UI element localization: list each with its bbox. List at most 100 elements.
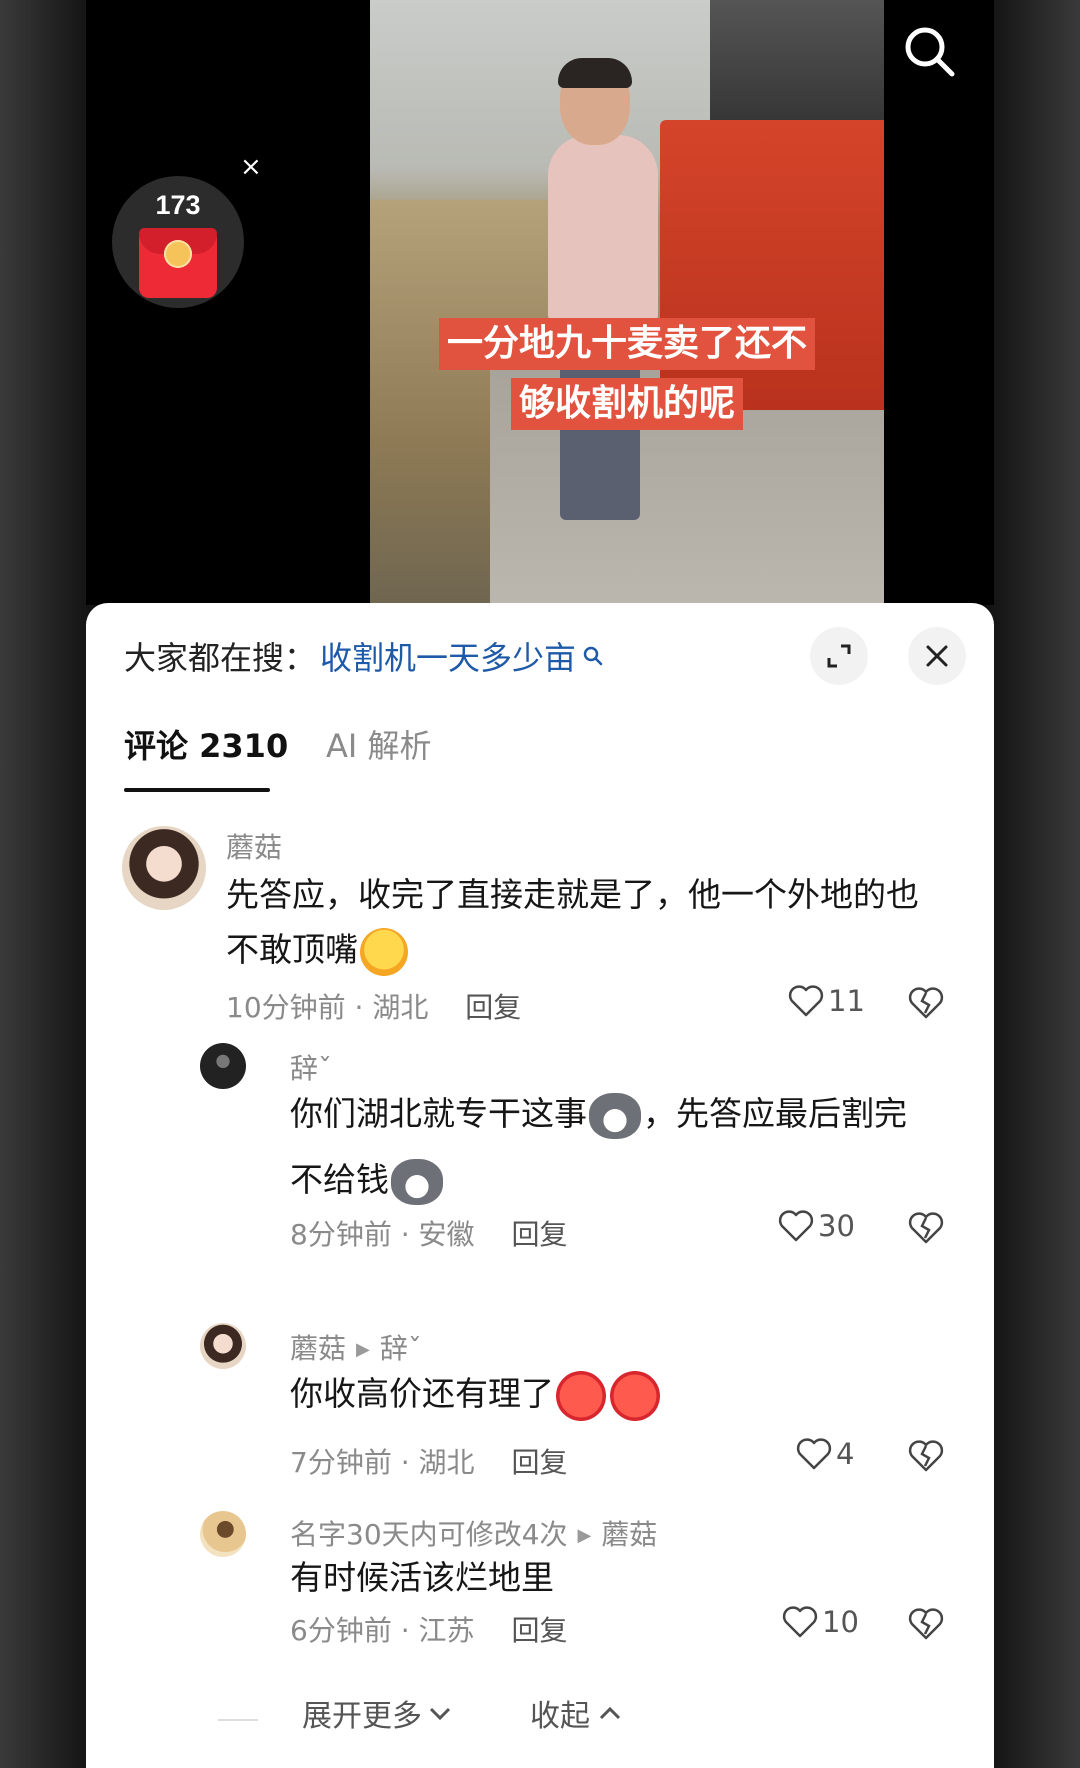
angry-face-emoji-icon — [556, 1370, 606, 1421]
video-caption-line-2: 够收割机的呢 — [370, 378, 884, 430]
like-button[interactable]: 10 — [782, 1605, 859, 1639]
expand-button[interactable] — [810, 627, 868, 685]
chevron-down-icon — [429, 1707, 451, 1721]
expand-more-label: 展开更多 — [302, 1699, 422, 1734]
avatar[interactable] — [200, 1043, 246, 1089]
husky-emoji-icon — [391, 1158, 443, 1205]
tab-comments[interactable]: 评论 2310 — [124, 721, 288, 767]
comment-author[interactable]: 蘑菇 — [226, 826, 282, 866]
avatar[interactable] — [200, 1511, 246, 1557]
hot-search-prefix: 大家都在搜： — [124, 639, 317, 677]
meta-separator: · — [354, 991, 364, 1024]
comment-time: 8分钟前 — [290, 1218, 392, 1251]
comment-text-part-2: ，先答应最后割完 — [643, 1094, 907, 1133]
reply-to-author[interactable]: 辞ˇ — [380, 1332, 422, 1365]
person-body — [548, 135, 658, 325]
heart-icon — [782, 1606, 818, 1638]
comment-author-line: 蘑菇 ▶ 辞ˇ — [290, 1327, 422, 1367]
meta-separator: · — [400, 1446, 410, 1479]
comment-text-body: 有时候活该烂地里 — [290, 1558, 554, 1597]
laughing-crying-emoji-icon — [360, 927, 408, 976]
like-button[interactable]: 30 — [778, 1209, 855, 1243]
hot-search-term[interactable]: 收割机一天多少亩 — [320, 633, 576, 679]
comment-location: 江苏 — [418, 1614, 475, 1647]
collapse-button[interactable]: 收起 — [530, 1691, 624, 1735]
chevron-up-icon — [599, 1706, 621, 1720]
comment-text-line-1: 先答应，收完了直接走就是了，他一个外地的也 — [226, 875, 919, 914]
comment-meta: 7分钟前 · 湖北 回复 — [290, 1441, 567, 1481]
husky-emoji-icon — [589, 1092, 641, 1139]
comment-text-body: 你收高价还有理了 — [290, 1374, 554, 1413]
avatar[interactable] — [200, 1323, 246, 1369]
red-packet-count: 173 — [155, 190, 201, 220]
like-count: 10 — [822, 1605, 859, 1639]
comment-text: 有时候活该烂地里 — [290, 1551, 554, 1605]
broken-heart-icon[interactable] — [908, 1439, 944, 1473]
like-count: 30 — [818, 1209, 855, 1243]
like-count: 11 — [828, 984, 865, 1018]
close-button[interactable] — [908, 627, 966, 685]
red-packet-close-button[interactable]: × — [240, 152, 262, 182]
divider — [218, 1719, 258, 1721]
comment-author[interactable]: 蘑菇 — [290, 1332, 346, 1365]
search-icon — [583, 646, 603, 666]
red-envelope-icon — [139, 228, 217, 298]
coin-icon — [164, 240, 192, 268]
comment-footer: 展开更多 收起 — [86, 1691, 994, 1751]
reply-arrow-icon: ▶ — [356, 1339, 370, 1360]
comment-author[interactable]: 名字30天内可修改4次 — [290, 1518, 567, 1551]
reply-arrow-icon: ▶ — [577, 1525, 592, 1546]
meta-separator: · — [400, 1218, 410, 1251]
comment-text: 不给钱 — [290, 1153, 445, 1207]
red-packet-widget[interactable]: 173 — [112, 176, 244, 308]
hot-search-bar[interactable]: 大家都在搜： 收割机一天多少亩 — [124, 631, 604, 681]
collapse-label: 收起 — [530, 1699, 590, 1734]
avatar[interactable] — [122, 826, 206, 910]
search-icon — [905, 27, 955, 77]
video-caption-line-1: 一分地九十麦卖了还不 — [370, 318, 884, 370]
comment-author-line: 名字30天内可修改4次 ▶ 蘑菇 — [290, 1513, 657, 1553]
comment-text: 先答应，收完了直接走就是了，他一个外地的也 — [226, 868, 919, 922]
video-frame: 一分地九十麦卖了还不 够收割机的呢 — [370, 0, 884, 605]
comment-author[interactable]: 辞ˇ — [290, 1047, 332, 1087]
comment-location: 湖北 — [372, 991, 429, 1024]
heart-icon — [788, 985, 824, 1017]
meta-separator: · — [400, 1614, 410, 1647]
broken-heart-icon[interactable] — [908, 1607, 944, 1641]
angry-face-emoji-icon — [610, 1370, 660, 1421]
comment-text-line-2: 不敢顶嘴 — [226, 930, 358, 969]
broken-heart-icon[interactable] — [908, 986, 944, 1020]
reply-button[interactable]: 回复 — [511, 1446, 567, 1479]
tab-active-indicator — [124, 788, 270, 792]
like-button[interactable]: 11 — [788, 984, 865, 1018]
comment-meta: 6分钟前 · 江苏 回复 — [290, 1609, 567, 1649]
comment-time: 6分钟前 — [290, 1614, 392, 1647]
comment-time: 10分钟前 — [226, 991, 346, 1024]
comment-text: 不敢顶嘴 — [226, 923, 410, 977]
comment-text: 你们湖北就专干这事 ，先答应最后割完 — [290, 1087, 907, 1141]
comment-text: 你收高价还有理了 — [290, 1367, 662, 1421]
expand-more-button[interactable]: 展开更多 — [302, 1691, 454, 1735]
heart-icon — [796, 1438, 832, 1470]
tab-ai-analysis[interactable]: AI 解析 — [326, 721, 432, 767]
person-hair — [558, 58, 632, 88]
reply-to-author[interactable]: 蘑菇 — [601, 1518, 657, 1551]
reply-button[interactable]: 回复 — [511, 1614, 567, 1647]
comment-meta: 10分钟前 · 湖北 回复 — [226, 986, 521, 1026]
video-player[interactable]: 一分地九十麦卖了还不 够收割机的呢 — [86, 0, 994, 605]
heart-icon — [778, 1210, 814, 1242]
comment-location: 安徽 — [418, 1218, 475, 1251]
expand-icon — [827, 644, 851, 668]
comment-location: 湖北 — [418, 1446, 475, 1479]
reply-button[interactable]: 回复 — [511, 1218, 567, 1251]
comment-text-line-2: 不给钱 — [290, 1160, 389, 1199]
like-button[interactable]: 4 — [796, 1437, 854, 1471]
comment-time: 7分钟前 — [290, 1446, 392, 1479]
reply-button[interactable]: 回复 — [465, 991, 521, 1024]
comment-text-part-1: 你们湖北就专干这事 — [290, 1094, 587, 1133]
broken-heart-icon[interactable] — [908, 1211, 944, 1245]
like-count: 4 — [836, 1437, 855, 1471]
comment-sheet: 大家都在搜： 收割机一天多少亩 评论 2310 AI 解析 蘑菇 先答应，收完了… — [86, 603, 994, 1768]
search-button[interactable] — [900, 22, 960, 82]
close-icon — [926, 645, 948, 667]
